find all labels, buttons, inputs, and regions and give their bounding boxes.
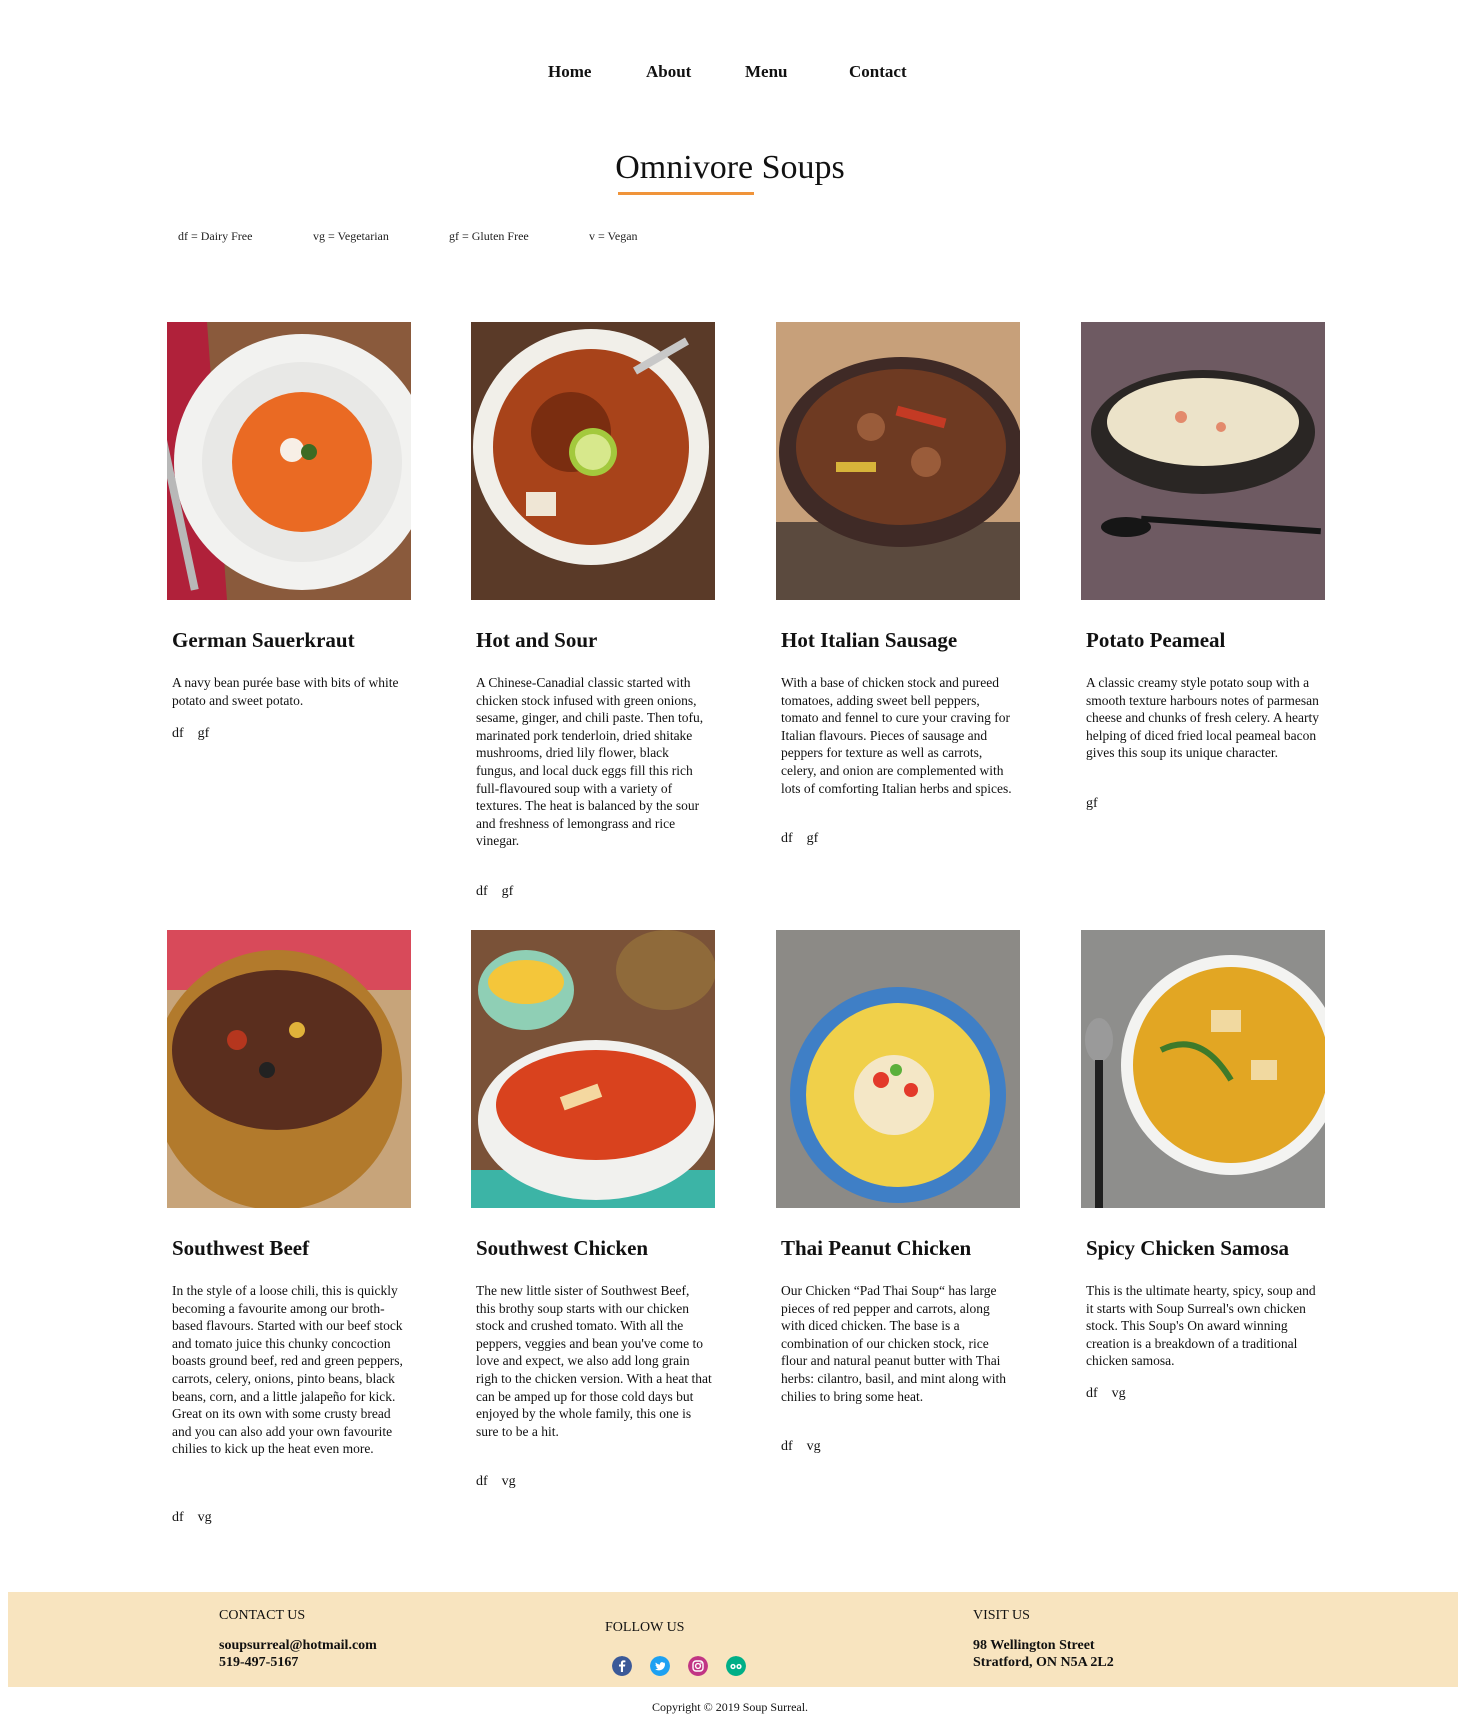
follow-heading: FOLLOW US	[605, 1620, 685, 1635]
soup-description: A classic creamy style potato soup with …	[1086, 675, 1320, 761]
soup-name: Thai Peanut Chicken	[781, 1236, 972, 1260]
nav-menu-link[interactable]: Menu	[745, 62, 788, 82]
diet-tags: df vg	[172, 1510, 226, 1526]
soup-card: Thai Peanut Chicken Our Chicken “Pad Tha…	[776, 930, 1020, 1454]
page-title: Omnivore Soups	[615, 149, 845, 186]
nav-contact-link[interactable]: Contact	[849, 62, 907, 82]
soup-description: The new little sister of Southwest Beef,…	[476, 1283, 712, 1439]
diet-tags: df vg	[476, 1474, 530, 1490]
tag-df: df	[476, 884, 488, 899]
contact-email[interactable]: soupsurreal@hotmail.com	[219, 1638, 377, 1654]
soup-name: Hot Italian Sausage	[781, 628, 958, 652]
twitter-icon[interactable]	[650, 1656, 670, 1676]
tag-vg: vg	[1111, 1386, 1126, 1401]
soup-description: With a base of chicken stock and pureed …	[781, 675, 1012, 796]
nav-about-link[interactable]: About	[646, 62, 691, 82]
legend-item-v: v = Vegan	[589, 229, 638, 243]
soup-description: Our Chicken “Pad Thai Soup“ has large pi…	[781, 1283, 1006, 1404]
diet-tags: df gf	[476, 884, 527, 900]
soup-description: A Chinese-Canadial classic started with …	[476, 675, 704, 849]
tag-gf: gf	[806, 831, 819, 846]
address-line-1: 98 Wellington Street	[973, 1638, 1095, 1653]
potato-peameal-photo	[1081, 322, 1325, 600]
diet-tags: df gf	[172, 726, 223, 742]
main-nav: Home About Menu Contact	[0, 62, 1460, 88]
legend-item-vg: vg = Vegetarian	[313, 229, 389, 243]
tag-gf: gf	[1086, 796, 1098, 811]
contact-heading: CONTACT US	[219, 1608, 306, 1623]
facebook-icon[interactable]	[612, 1656, 632, 1676]
copyright-text: Copyright © 2019 Soup Surreal.	[651, 1700, 809, 1714]
tag-df: df	[781, 1439, 793, 1454]
southwest-chicken-photo	[471, 930, 715, 1208]
tag-df: df	[1086, 1386, 1098, 1401]
tag-vg: vg	[806, 1439, 821, 1454]
diet-tags: df gf	[781, 831, 832, 847]
hot-italian-sausage-photo	[776, 322, 1020, 600]
soup-name: Potato Peameal	[1086, 628, 1226, 652]
tag-vg: vg	[197, 1510, 212, 1525]
southwest-beef-photo	[167, 930, 411, 1208]
tag-gf: gf	[197, 726, 210, 741]
soup-card: Hot and Sour A Chinese-Canadial classic …	[471, 322, 715, 899]
hot-and-sour-photo	[471, 322, 715, 600]
tag-df: df	[476, 1474, 488, 1489]
legend-item-gf: gf = Gluten Free	[449, 229, 529, 243]
tag-df: df	[172, 1510, 184, 1525]
soup-card: Hot Italian Sausage With a base of chick…	[776, 322, 1020, 846]
thai-peanut-chicken-photo	[776, 930, 1020, 1208]
tag-df: df	[781, 831, 793, 846]
legend-item-df: df = Dairy Free	[178, 229, 253, 243]
diet-tags: df vg	[1086, 1386, 1140, 1402]
soup-card: Southwest Beef In the style of a loose c…	[167, 930, 411, 1525]
german-sauerkraut-photo	[167, 322, 411, 600]
title-underline	[618, 192, 754, 195]
soup-card: Spicy Chicken Samosa This is the ultimat…	[1081, 930, 1325, 1401]
instagram-icon[interactable]	[688, 1656, 708, 1676]
soup-card: Southwest Chicken The new little sister …	[471, 930, 715, 1489]
spicy-chicken-samosa-photo	[1081, 930, 1325, 1208]
tripadvisor-icon[interactable]	[726, 1656, 746, 1676]
soup-description: This is the ultimate hearty, spicy, soup…	[1086, 1283, 1316, 1369]
tag-vg: vg	[501, 1474, 516, 1489]
soup-name: Hot and Sour	[476, 628, 598, 652]
soup-name: Southwest Chicken	[476, 1236, 649, 1260]
soup-description: In the style of a loose chili, this is q…	[172, 1283, 403, 1457]
diet-tags: df vg	[781, 1439, 835, 1455]
soup-name: German Sauerkraut	[172, 628, 355, 652]
tag-gf: gf	[501, 884, 514, 899]
diet-tags: gf	[1086, 796, 1112, 812]
soup-description: A navy bean purée base with bits of whit…	[172, 675, 399, 708]
contact-phone[interactable]: 519-497-5167	[219, 1655, 298, 1671]
soup-name: Southwest Beef	[172, 1236, 310, 1260]
soup-card: German Sauerkraut A navy bean purée base…	[167, 322, 411, 741]
soup-name: Spicy Chicken Samosa	[1086, 1236, 1290, 1260]
tag-df: df	[172, 726, 184, 741]
site-footer: CONTACT US soupsurreal@hotmail.com 519-4…	[8, 1592, 1458, 1687]
nav-home-link[interactable]: Home	[548, 62, 591, 82]
address-line-2: Stratford, ON N5A 2L2	[973, 1655, 1114, 1670]
soup-card: Potato Peameal A classic creamy style po…	[1081, 322, 1325, 811]
visit-heading: VISIT US	[973, 1608, 1030, 1623]
